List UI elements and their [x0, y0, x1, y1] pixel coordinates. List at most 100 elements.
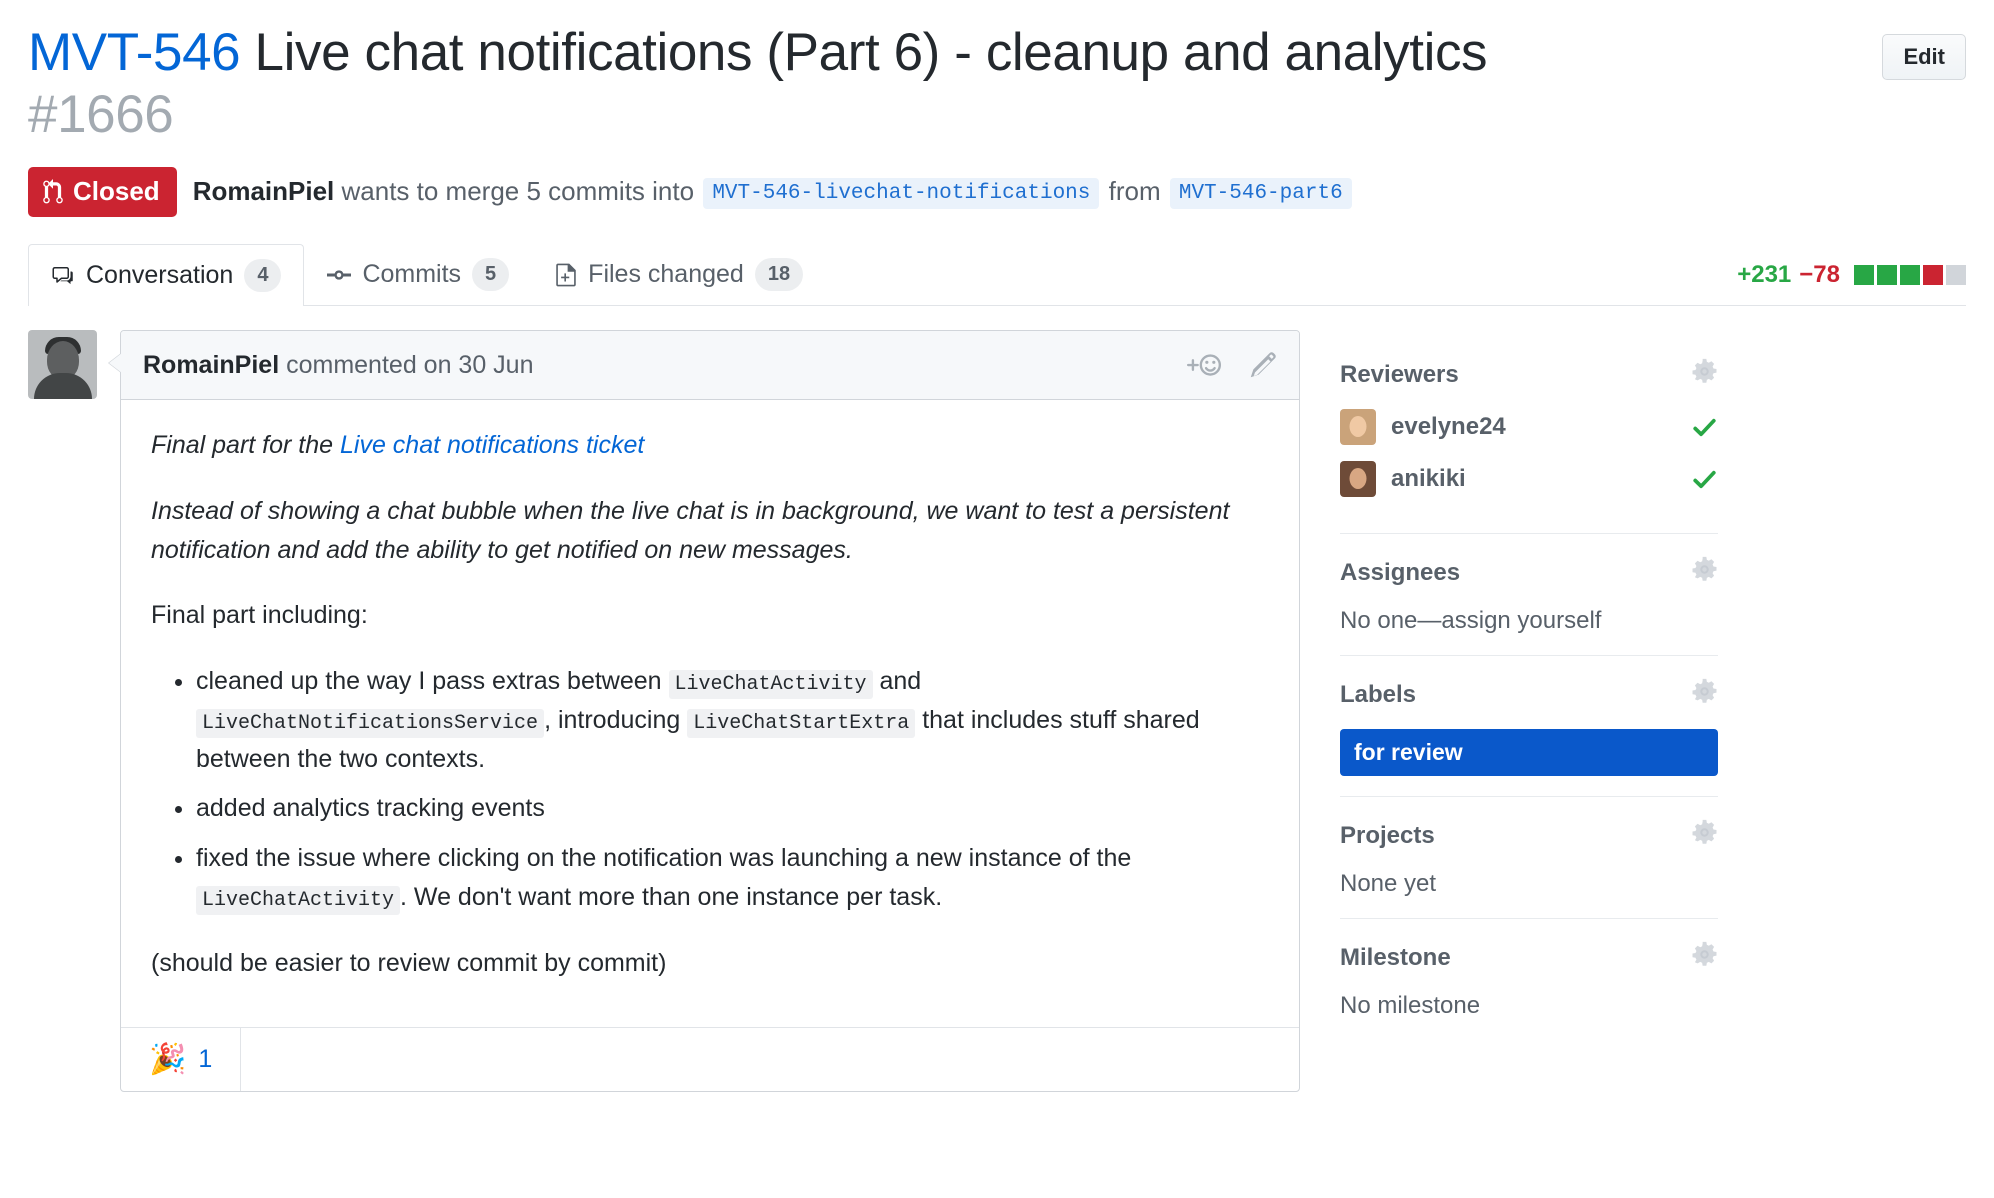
diffstat-blocks	[1854, 265, 1966, 285]
tab-commits[interactable]: Commits 5	[304, 243, 532, 305]
comment-paragraph-3: Final part including:	[151, 601, 368, 630]
reviewer-row[interactable]: anikiki	[1340, 461, 1718, 497]
gear-icon[interactable]	[1691, 358, 1718, 392]
reaction-bar: 🎉 1	[121, 1027, 1299, 1092]
projects-heading: Projects	[1340, 819, 1718, 853]
list-item: fixed the issue where clicking on the no…	[196, 839, 1269, 917]
assignees-heading: Assignees	[1340, 556, 1718, 590]
reviewer-name[interactable]: anikiki	[1391, 465, 1466, 493]
reviewers-title: Reviewers	[1340, 361, 1459, 388]
pull-request-icon	[43, 178, 63, 203]
status-badge: Closed	[28, 167, 177, 217]
reviewers-heading: Reviewers	[1340, 358, 1718, 392]
comment-actions	[1185, 351, 1277, 379]
title-row: MVT-546 Live chat notifications (Part 6)…	[28, 0, 1966, 146]
tab-files-changed-label: Files changed	[588, 260, 744, 288]
comment-author[interactable]: RomainPiel	[143, 351, 279, 379]
comment-paragraph-intro: Final part for the Live chat notificatio…	[151, 426, 1269, 465]
tab-commits-label: Commits	[362, 260, 462, 288]
list-item: cleaned up the way I pass extras between…	[196, 662, 1269, 778]
title-text: Live chat notifications (Part 6) - clean…	[240, 23, 1488, 82]
status-label: Closed	[73, 176, 160, 206]
sidebar-section-assignees: Assignees No one—assign yourself	[1340, 534, 1718, 656]
code-span: LiveChatActivity	[196, 885, 401, 915]
labels-title: Labels	[1340, 681, 1417, 708]
pr-author[interactable]: RomainPiel	[193, 176, 335, 206]
label-for-review[interactable]: for review	[1340, 729, 1718, 776]
diffstat-block	[1877, 265, 1897, 285]
tab-commits-count: 5	[472, 258, 510, 291]
gear-icon[interactable]	[1691, 556, 1718, 590]
bullet-text: , introducing	[544, 705, 688, 734]
approved-check-icon	[1691, 414, 1718, 441]
head-branch[interactable]: MVT-546-part6	[1169, 177, 1352, 209]
tab-files-changed[interactable]: Files changed 18	[532, 243, 826, 305]
sidebar-section-reviewers: Reviewers evelyne24 anikiki	[1340, 336, 1718, 534]
file-diff-icon	[556, 263, 576, 286]
milestone-title: Milestone	[1340, 944, 1451, 971]
comment-action: commented on	[279, 350, 459, 379]
bullet-text: cleaned up the way I pass extras between	[196, 667, 669, 695]
reviewer-name[interactable]: evelyne24	[1391, 413, 1506, 441]
reaction-tada[interactable]: 🎉 1	[121, 1028, 242, 1092]
gear-icon[interactable]	[1691, 941, 1718, 975]
reaction-count: 1	[198, 1045, 213, 1074]
intro-prefix: Final part for the	[151, 431, 340, 459]
comment-date: 30 Jun	[458, 350, 534, 379]
add-reaction-icon[interactable]	[1185, 352, 1223, 378]
tab-conversation[interactable]: Conversation 4	[28, 244, 305, 306]
comment-closing: (should be easier to review commit by co…	[151, 948, 667, 977]
milestone-empty: No milestone	[1340, 992, 1481, 1019]
base-branch[interactable]: MVT-546-livechat-notifications	[703, 177, 1100, 209]
diffstat-additions: +231	[1737, 261, 1792, 288]
approved-check-icon	[1691, 466, 1718, 493]
pr-sidebar: Reviewers evelyne24 anikiki Assignees No…	[1340, 330, 1718, 1092]
tab-files-changed-count: 18	[754, 258, 804, 291]
pr-tabbar: Conversation 4 Commits 5 Files changed 1…	[28, 243, 1966, 306]
reviewer-row[interactable]: evelyne24	[1340, 409, 1718, 445]
avatar[interactable]	[28, 330, 97, 399]
tab-conversation-count: 4	[244, 259, 282, 292]
pull-request-page: MVT-546 Live chat notifications (Part 6)…	[0, 0, 1994, 1198]
comment-paragraph-2: Instead of showing a chat bubble when th…	[151, 496, 1230, 564]
diffstat-block	[1854, 265, 1874, 285]
commit-icon	[327, 269, 352, 280]
assignees-empty[interactable]: No one—assign yourself	[1340, 607, 1718, 635]
code-span: LiveChatNotificationsService	[196, 708, 545, 738]
avatar	[1340, 461, 1376, 497]
pr-meta-row: Closed RomainPiel wants to merge 5 commi…	[28, 167, 1966, 217]
sidebar-section-labels: Labels for review	[1340, 656, 1718, 797]
diffstat-block	[1900, 265, 1920, 285]
gear-icon[interactable]	[1691, 819, 1718, 853]
milestone-heading: Milestone	[1340, 941, 1718, 975]
projects-empty: None yet	[1340, 870, 1437, 897]
comment-header: RomainPiel commented on 30 Jun	[121, 331, 1299, 400]
list-item: added analytics tracking events	[196, 789, 1269, 828]
edit-comment-icon[interactable]	[1249, 351, 1277, 379]
sidebar-section-projects: Projects None yet	[1340, 797, 1718, 919]
bullet-text: fixed the issue where clicking on the no…	[196, 844, 1132, 872]
diffstat-deletions: −78	[1799, 261, 1840, 288]
projects-title: Projects	[1340, 822, 1435, 849]
gear-icon[interactable]	[1691, 678, 1718, 712]
diffstat: +231 −78	[1737, 261, 1966, 289]
merge-text-1: wants to merge 5 commits into	[334, 175, 702, 206]
ticket-link[interactable]: Live chat notifications ticket	[340, 431, 644, 459]
merge-description: RomainPiel wants to merge 5 commits into…	[193, 176, 1354, 209]
diffstat-block	[1946, 265, 1966, 285]
sidebar-section-milestone: Milestone No milestone	[1340, 919, 1718, 1040]
bullet-text: . We don't want more than one instance p…	[400, 882, 943, 911]
bullet-text: and	[872, 667, 922, 695]
reaction-bar-filler	[241, 1028, 1299, 1091]
page-title: MVT-546 Live chat notifications (Part 6)…	[28, 22, 1558, 146]
assignees-title: Assignees	[1340, 559, 1461, 586]
comment-card: RomainPiel commented on 30 Jun Final par…	[108, 330, 1300, 1093]
conversation-column: RomainPiel commented on 30 Jun Final par…	[28, 330, 1300, 1093]
tada-icon: 🎉	[149, 1042, 187, 1076]
pr-body: RomainPiel commented on 30 Jun Final par…	[28, 330, 1966, 1093]
avatar	[1340, 409, 1376, 445]
jira-key-link[interactable]: MVT-546	[28, 23, 241, 82]
edit-button[interactable]: Edit	[1882, 34, 1966, 80]
tab-conversation-label: Conversation	[86, 261, 234, 289]
code-span: LiveChatActivity	[668, 670, 873, 699]
